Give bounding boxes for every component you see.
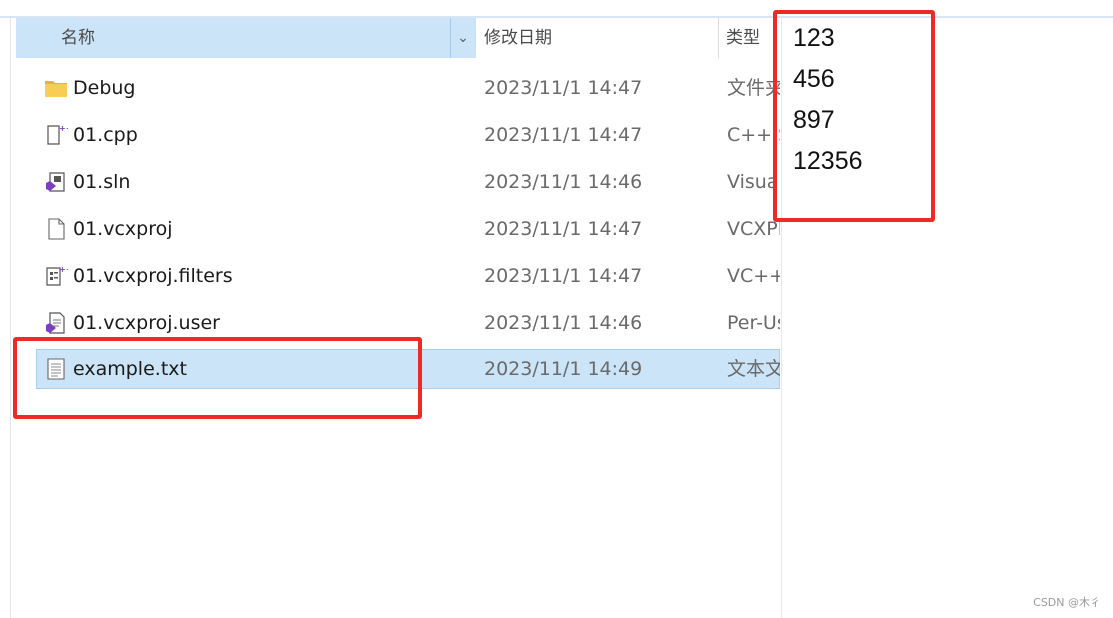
file-date: 2023/11/1 14:47 [484,77,643,99]
folder-icon [44,76,68,100]
column-header-name[interactable]: 名称 ^ [16,18,475,58]
file-date: 2023/11/1 14:47 [484,218,643,240]
watermark: CSDN @木彳 [1033,596,1101,609]
file-type: 文本文 [727,358,780,380]
chevron-down-icon: ⌄ [457,30,469,46]
file-name: 01.sln [73,171,131,193]
file-date: 2023/11/1 14:47 [484,265,643,287]
highlight-box-text-content [773,10,935,222]
file-name: 01.vcxproj.filters [73,265,233,287]
file-name: Debug [73,77,136,99]
file-name: 01.cpp [73,124,138,146]
highlight-box-example-file [13,337,422,419]
column-header-date[interactable]: 修改日期 [484,18,724,58]
file-date: 2023/11/1 14:46 [484,312,643,334]
vs-solution-icon [44,170,68,194]
blank-file-icon [44,217,68,241]
column-divider[interactable] [475,18,476,58]
column-header-type[interactable]: 类型 [726,18,780,58]
file-date: 2023/11/1 14:49 [484,358,643,380]
file-row-cpp[interactable]: ++ 01.cpp 2023/11/1 14:47 C++ S [16,115,780,155]
file-row-debug[interactable]: Debug 2023/11/1 14:47 文件夹 [16,68,780,108]
file-type: VC++ [727,265,780,287]
navigation-pane-edge [0,18,11,618]
column-header-type-label: 类型 [726,28,760,48]
vs-user-file-icon [44,311,68,335]
file-date: 2023/11/1 14:47 [484,124,643,146]
svg-text:++: ++ [59,124,68,133]
column-divider[interactable] [718,18,719,58]
column-header-bar: 名称 ^ ⌄ 修改日期 类型 [16,18,780,58]
file-row-sln[interactable]: 01.sln 2023/11/1 14:46 Visua [16,162,780,202]
file-type: Per-Us [727,312,780,334]
svg-text:++: ++ [59,265,68,274]
cpp-file-icon: ++ [44,123,72,147]
column-header-name-label: 名称 [61,28,95,48]
screenshot-canvas: 名称 ^ ⌄ 修改日期 类型 Debug 20 [0,0,1113,618]
file-name: 01.vcxproj [73,218,173,240]
filters-file-icon: ++ [44,264,72,288]
column-header-date-label: 修改日期 [484,28,552,48]
file-row-filters[interactable]: ++ 01.vcxproj.filters 2023/11/1 14:47 VC… [16,256,780,296]
sort-ascending-icon: ^ [256,18,268,24]
file-date: 2023/11/1 14:46 [484,171,643,193]
file-list: 名称 ^ ⌄ 修改日期 类型 Debug 20 [16,18,780,618]
file-row-vcxproj[interactable]: 01.vcxproj 2023/11/1 14:47 VCXPF [16,209,780,249]
column-filter-dropdown-button[interactable]: ⌄ [450,18,475,58]
